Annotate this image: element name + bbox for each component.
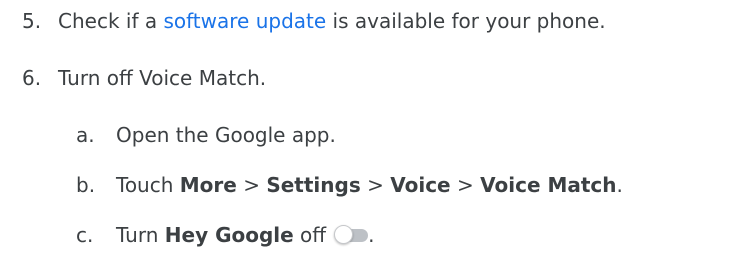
menu-path-voice: Voice [390, 173, 451, 197]
substep-text: Touch [116, 173, 180, 197]
toggle-thumb [334, 225, 354, 244]
toggle-off-icon [334, 225, 369, 245]
substep-text: off [293, 223, 327, 247]
substep-a: a. Open the Google app. [76, 122, 336, 148]
step-6-text: Turn off Voice Match. [58, 66, 267, 90]
menu-path-voice-match: Voice Match [480, 173, 617, 197]
path-separator: > [360, 173, 391, 197]
substep-text: . [616, 173, 623, 197]
substep-b: b. Touch More > Settings > Voice > Voice… [76, 172, 623, 198]
step-text: Check if a [58, 9, 164, 33]
path-separator: > [236, 173, 267, 197]
hey-google-label: Hey Google [164, 223, 294, 247]
menu-path-more: More [179, 173, 237, 197]
software-update-link[interactable]: software update [163, 9, 326, 33]
step-number: 6. [22, 66, 42, 90]
step-text: is available for your phone. [326, 9, 606, 33]
step-5-text: Check if a software update is available … [58, 8, 606, 34]
substep-letter: b. [76, 173, 96, 197]
substep-letter: c. [76, 223, 94, 247]
menu-path-settings: Settings [266, 173, 361, 197]
substep-b-text: Touch More > Settings > Voice > Voice Ma… [116, 172, 623, 198]
substep-letter: a. [76, 123, 95, 147]
substep-a-text: Open the Google app. [116, 123, 336, 147]
instructions-document: 5. Check if a software update is availab… [0, 0, 741, 253]
substep-text: . [368, 223, 375, 247]
substep-c: c. Turn Hey Google off. [76, 222, 374, 248]
path-separator: > [450, 173, 481, 197]
step-5: 5. Check if a software update is availab… [22, 8, 606, 34]
substep-text: Turn [116, 223, 165, 247]
step-number: 5. [22, 9, 42, 33]
step-6: 6. Turn off Voice Match. [22, 65, 266, 91]
substep-c-text: Turn Hey Google off. [116, 222, 374, 248]
